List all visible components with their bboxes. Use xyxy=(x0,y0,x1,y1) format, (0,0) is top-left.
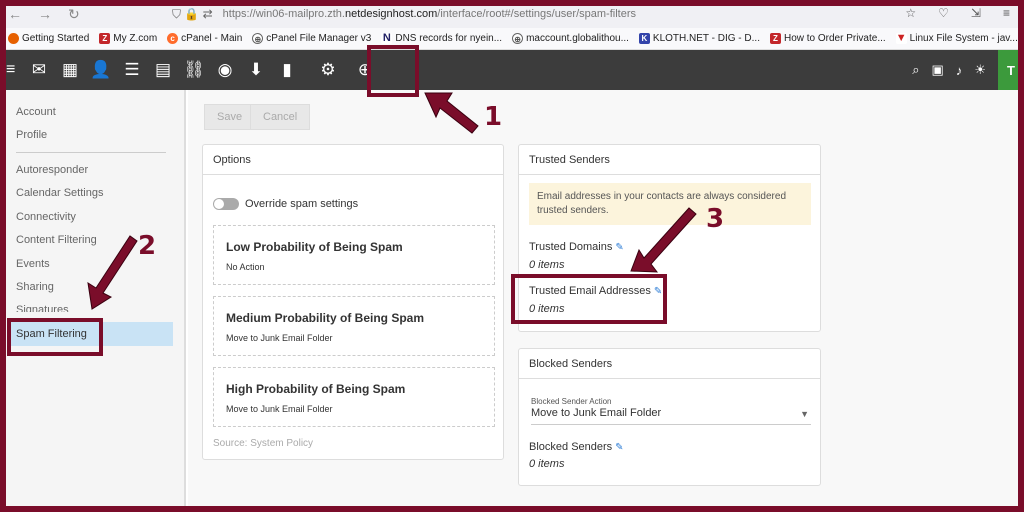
arrow-2-icon xyxy=(87,235,138,310)
annotation-number-1: 1 xyxy=(484,102,503,132)
annotation-number-3: 3 xyxy=(706,204,725,234)
annotation-number-2: 2 xyxy=(138,231,157,261)
arrow-1-icon xyxy=(424,92,479,134)
arrow-3-icon xyxy=(630,207,697,273)
